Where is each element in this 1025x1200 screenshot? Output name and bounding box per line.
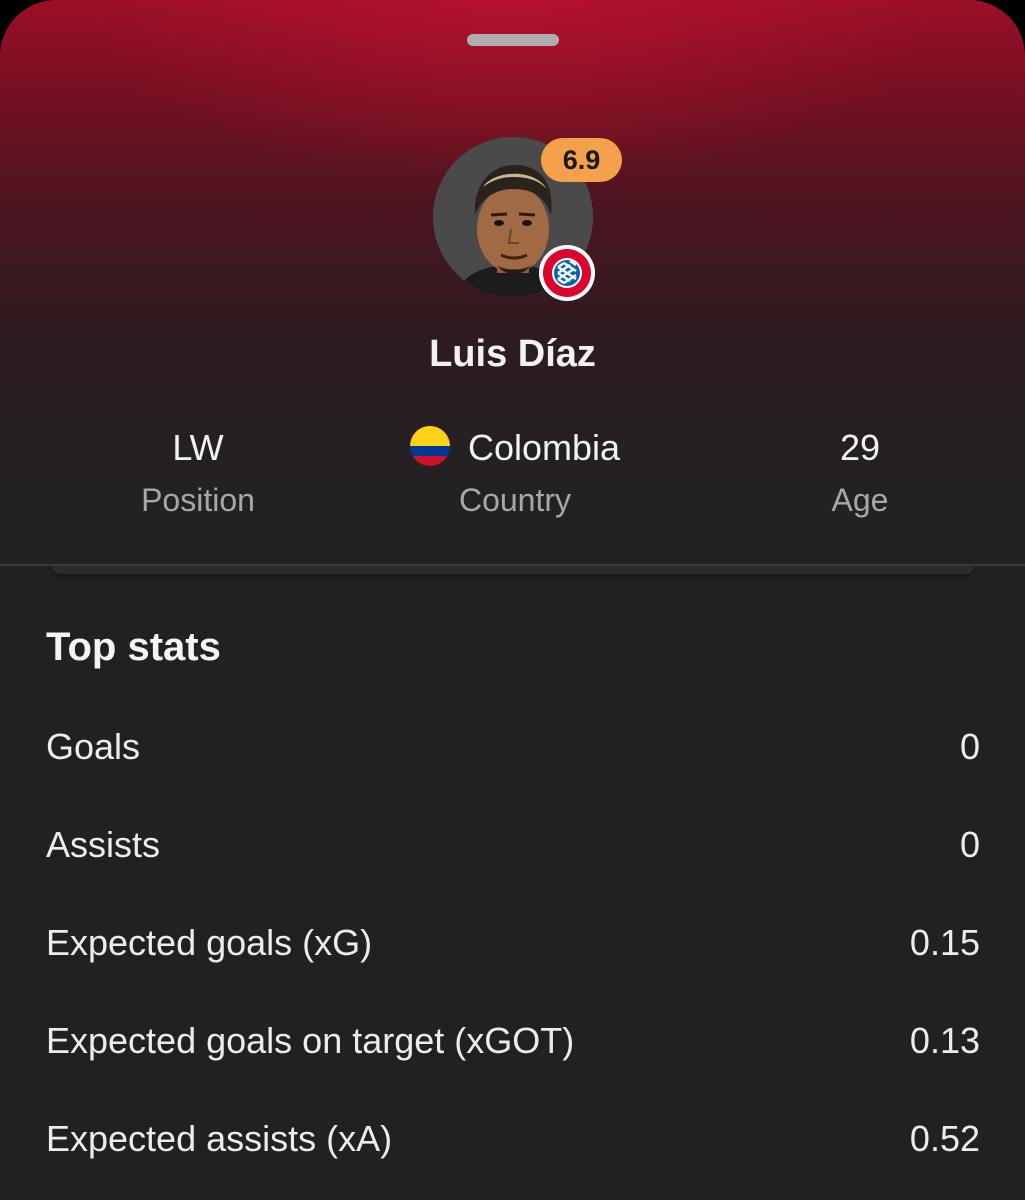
- stat-row-xg: Expected goals (xG) 0.15: [46, 916, 980, 1014]
- player-bottom-sheet: 6.9 Luis Díaz LW Position Colombia Count…: [0, 0, 1025, 1200]
- country-value: Colombia: [467, 427, 621, 468]
- player-rating-badge: 6.9: [541, 138, 622, 182]
- top-stats-list: Goals 0 Assists 0 Expected goals (xG) 0.…: [46, 720, 980, 1200]
- stat-label: Expected goals (xG): [46, 922, 373, 963]
- card-edge: [52, 566, 974, 574]
- country-value-row: Colombia: [330, 425, 700, 475]
- fc-bayern-muenchen-crest-icon: [541, 247, 593, 299]
- country-label: Country: [458, 482, 572, 518]
- player-name: Luis Díaz: [429, 333, 596, 375]
- stat-value: 0.13: [909, 1020, 980, 1061]
- colombia-flag-icon: [409, 426, 450, 466]
- stat-row-xa: Expected assists (xA) 0.52: [46, 1112, 980, 1200]
- stat-label: Assists: [46, 824, 161, 865]
- drag-handle[interactable]: [467, 34, 559, 46]
- club-badge[interactable]: [539, 245, 595, 301]
- stat-label: Expected goals on target (xGOT): [46, 1020, 575, 1061]
- top-stats-title: Top stats: [46, 625, 221, 669]
- position-label: Position: [141, 482, 255, 518]
- player-header: 6.9 Luis Díaz LW Position Colombia Count…: [0, 0, 1025, 565]
- stat-value: 0: [959, 824, 980, 865]
- stat-value: 0.15: [909, 922, 980, 963]
- stat-label: Goals: [46, 726, 141, 767]
- stat-label: Expected assists (xA): [46, 1118, 393, 1159]
- stat-row-xgot: Expected goals on target (xGOT) 0.13: [46, 1014, 980, 1112]
- position-info: LW Position: [98, 425, 298, 521]
- country-info[interactable]: Colombia Country: [330, 425, 700, 521]
- stat-value: 0.52: [909, 1118, 980, 1159]
- stat-row-goals: Goals 0: [46, 720, 980, 818]
- age-info: 29 Age: [760, 425, 960, 521]
- stat-row-assists: Assists 0: [46, 818, 980, 916]
- age-value: 29: [839, 427, 881, 468]
- age-label: Age: [831, 482, 889, 518]
- stat-value: 0: [959, 726, 980, 767]
- position-value: LW: [172, 427, 224, 468]
